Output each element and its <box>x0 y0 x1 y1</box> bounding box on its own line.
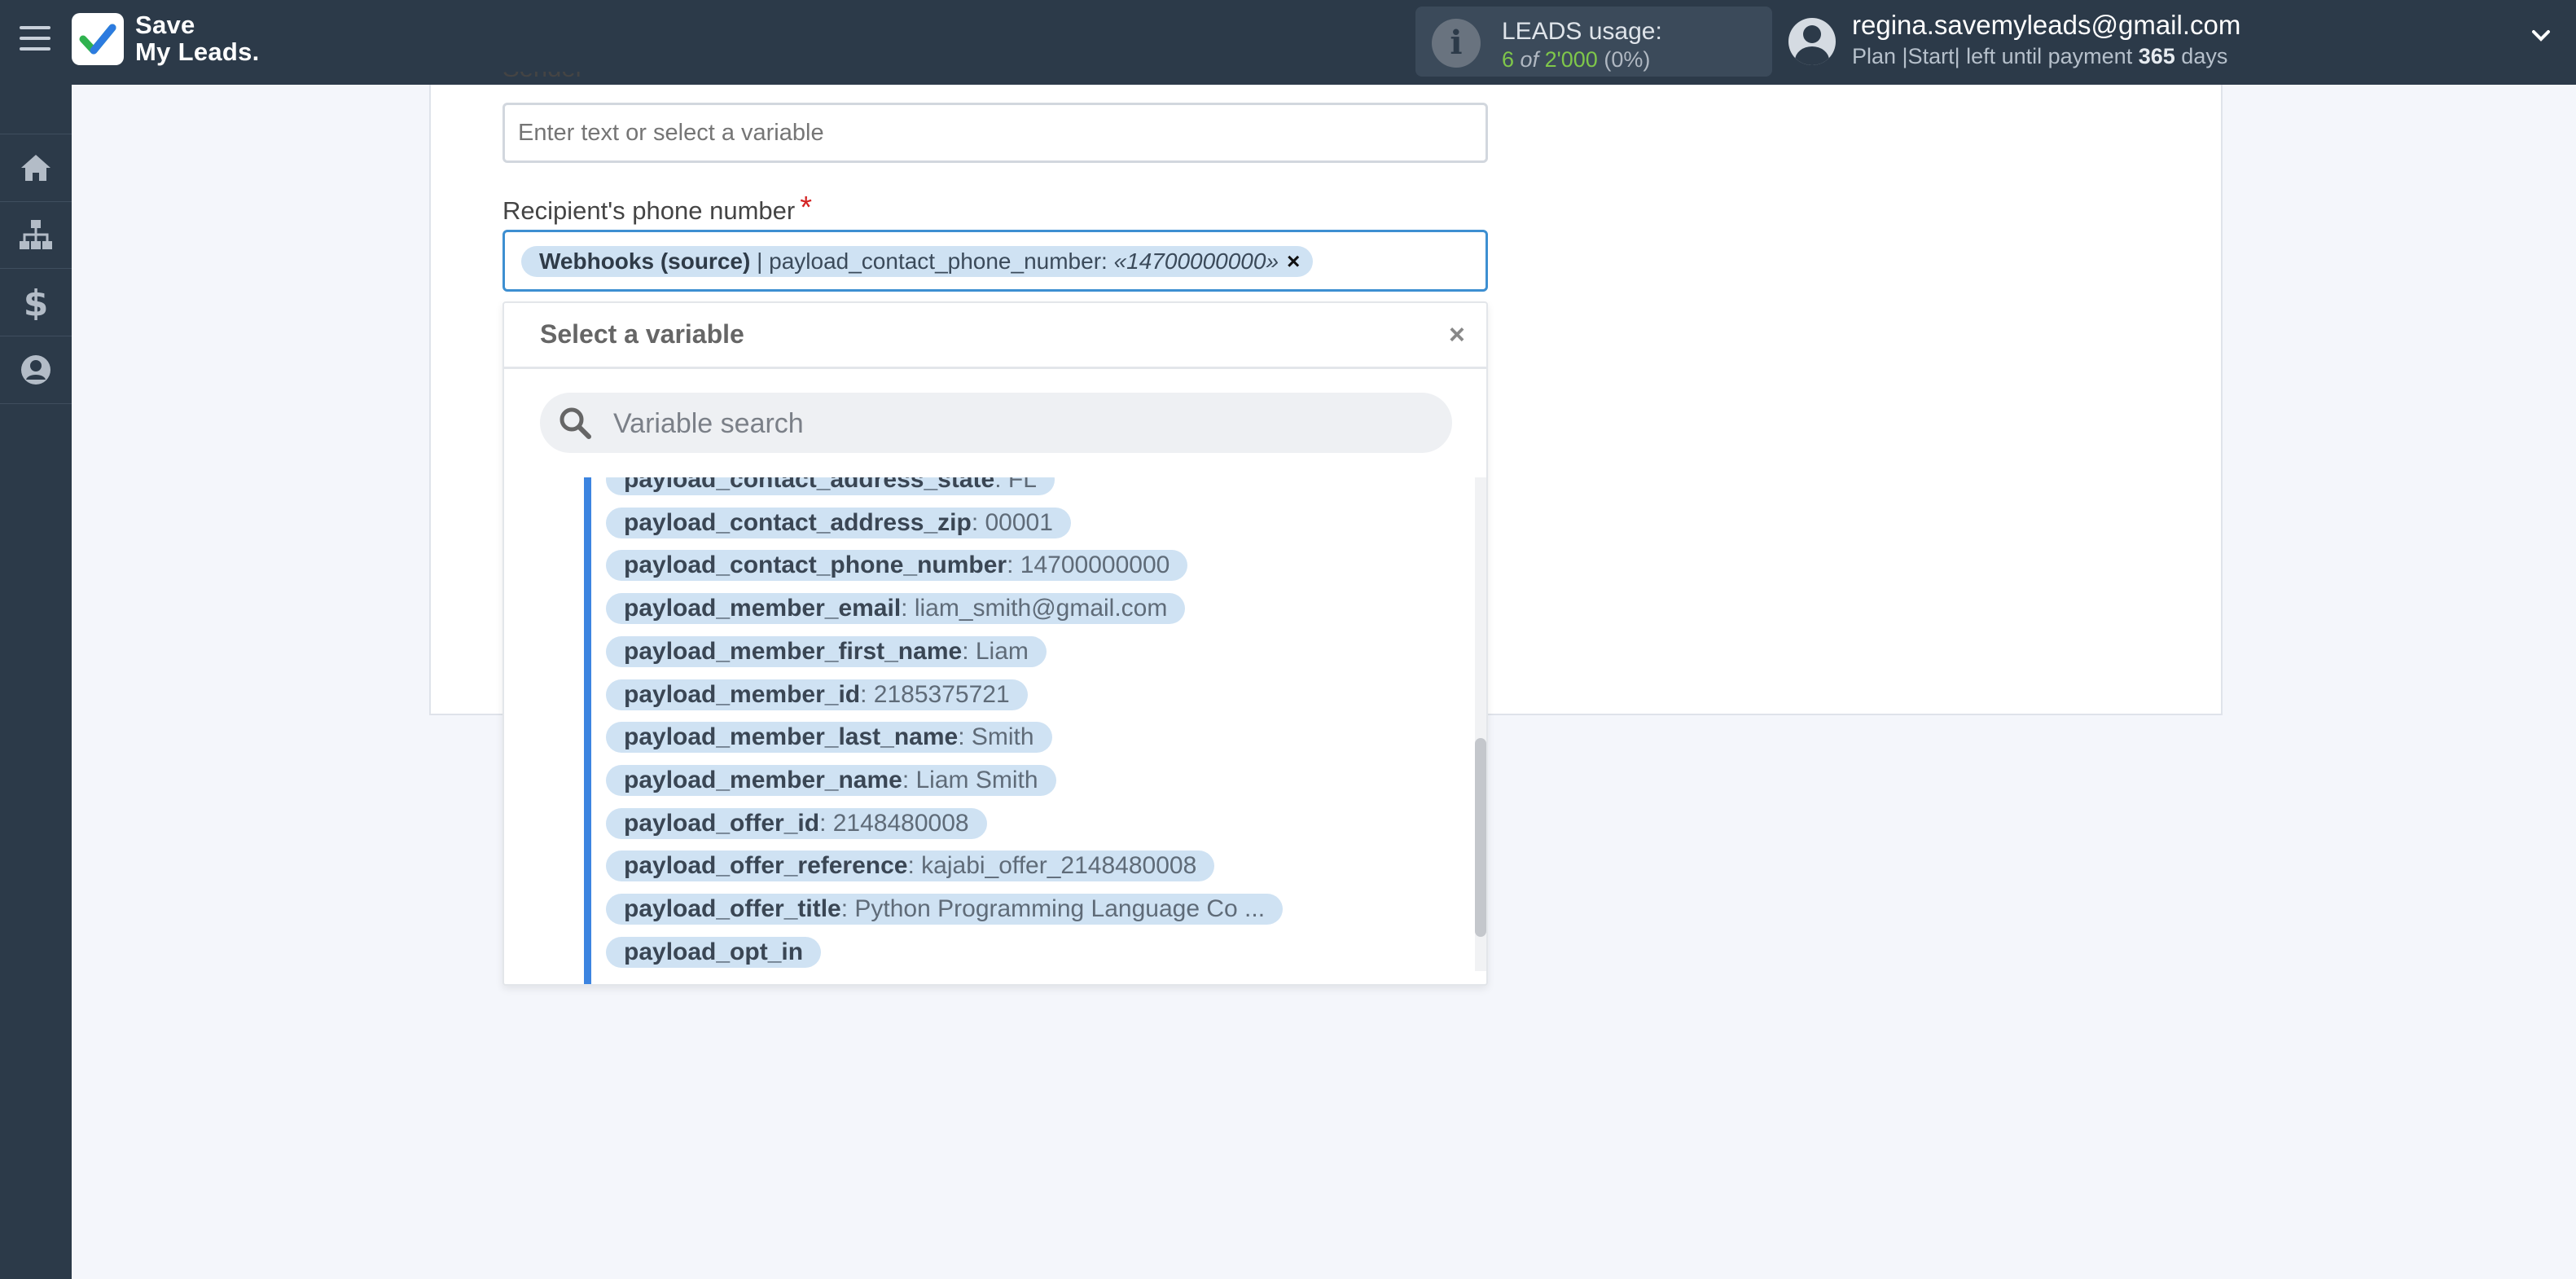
variable-search-input[interactable] <box>612 393 1429 455</box>
variable-option[interactable]: payload_member_name: Liam Smith <box>606 764 1056 796</box>
variable-option-value: : 2148480008 <box>819 809 969 837</box>
variable-option-value: : kajabi_offer_2148480008 <box>907 852 1197 880</box>
variable-option-name: payload_offer_reference <box>624 852 908 880</box>
variable-option-name: payload_contact_phone_number <box>624 552 1007 579</box>
search-icon <box>560 407 591 439</box>
user-avatar-icon[interactable] <box>1788 18 1836 65</box>
logo-icon[interactable] <box>72 13 124 65</box>
plan-days: 365 <box>2138 44 2175 68</box>
usage-percent: (0%) <box>1604 47 1651 72</box>
dropdown-title: Select a variable <box>540 319 744 349</box>
variable-option-value: : liam_smith@gmail.com <box>901 595 1168 622</box>
top-bar: Save My Leads. i LEADS usage: 6 of 2'000… <box>0 0 2576 85</box>
usage-of: of <box>1520 47 1539 72</box>
usage-title: LEADS usage: <box>1502 18 1662 45</box>
close-icon[interactable]: × <box>1449 321 1465 349</box>
variable-option[interactable]: payload_opt_in <box>606 936 822 968</box>
variable-option-name: payload_opt_in <box>624 938 804 965</box>
variable-option[interactable]: payload_member_last_name: Smith <box>606 722 1052 754</box>
variable-option[interactable]: payload_member_first_name: Liam <box>606 635 1047 667</box>
variable-option[interactable]: payload_contact_address_state: FL <box>606 477 1055 495</box>
sidebar-item-account[interactable] <box>0 336 72 404</box>
variable-option[interactable]: payload_contact_phone_number: 1470000000… <box>606 550 1188 582</box>
sender-label: Sender <box>502 72 584 83</box>
variable-option[interactable]: payload_offer_title: Python Programming … <box>606 894 1284 925</box>
svg-text:$: $ <box>24 284 48 320</box>
variable-option-value: : 14700000000 <box>1007 552 1170 579</box>
sidebar: $ <box>0 85 72 1279</box>
variable-list: payload_contact_address_state: FL payload… <box>584 477 1455 984</box>
scrollbar-thumb[interactable] <box>1475 738 1486 937</box>
variable-chip[interactable]: Webhooks (source) | payload_contact_phon… <box>521 246 1314 277</box>
variable-option-name: payload_member_email <box>624 595 902 622</box>
menu-burger-icon[interactable] <box>20 26 50 54</box>
phone-number-field[interactable]: Webhooks (source) | payload_contact_phon… <box>502 230 1488 292</box>
info-icon: i <box>1432 19 1481 68</box>
dropdown-divider <box>504 367 1486 369</box>
sidebar-item-billing[interactable]: $ <box>0 269 72 336</box>
variable-option-value: : FL <box>994 477 1037 493</box>
variable-option[interactable]: payload_offer_id: 2148480008 <box>606 807 987 839</box>
sidebar-item-home[interactable] <box>0 134 72 202</box>
variable-option-name: payload_contact_address_zip <box>624 508 972 536</box>
user-plan: Plan |Start| left until payment 365 days <box>1852 44 2227 69</box>
chip-remove-icon[interactable]: × <box>1287 248 1300 275</box>
variable-option[interactable]: payload_member_id: 2185375721 <box>606 679 1028 710</box>
chip-source: Webhooks (source) <box>539 248 751 274</box>
usage-total: 2'000 <box>1544 47 1598 72</box>
variable-dropdown: Select a variable × payload_contact_addr… <box>502 301 1488 986</box>
variable-option-name: payload_member_first_name <box>624 637 963 665</box>
variable-option-name: payload_member_name <box>624 766 902 793</box>
variable-option-value: : Liam <box>962 637 1029 665</box>
variable-option-name: payload_contact_address_state <box>624 477 995 493</box>
variable-option-value: : Python Programming Language Co ... <box>840 895 1266 922</box>
variable-option-name: payload_member_last_name <box>624 723 959 751</box>
variable-option-value: : 00001 <box>971 508 1053 536</box>
variable-option-value: : Smith <box>958 723 1034 751</box>
logo-text[interactable]: Save My Leads. <box>135 11 260 65</box>
phone-label-text: Recipient's phone number <box>502 196 796 225</box>
variable-option[interactable]: payload_member_email: liam_smith@gmail.c… <box>606 593 1186 625</box>
sender-label-clipped: Sender <box>502 72 828 85</box>
chip-value: «14700000000» <box>1113 248 1279 274</box>
variable-option[interactable]: payload_contact_address_zip: 00001 <box>606 507 1071 538</box>
plan-text: Plan |Start| left until payment <box>1852 44 2133 68</box>
chevron-down-icon[interactable] <box>2531 26 2551 46</box>
logo-line-2: My Leads. <box>135 37 260 66</box>
variable-option-name: payload_offer_title <box>624 895 841 922</box>
variable-option-name: payload_member_id <box>624 680 861 708</box>
chip-field: | payload_contact_phone_number: <box>750 248 1114 274</box>
variable-search-box[interactable] <box>540 393 1452 455</box>
variable-option[interactable]: payload_offer_reference: kajabi_offer_21… <box>606 850 1215 882</box>
dollar-icon: $ <box>24 284 48 320</box>
plan-days-unit: days <box>2181 44 2228 68</box>
home-icon <box>21 155 50 181</box>
required-marker: * <box>800 191 812 225</box>
variable-option-value: : 2185375721 <box>860 680 1010 708</box>
logo-line-1: Save <box>135 11 195 39</box>
sender-input[interactable] <box>502 103 1488 163</box>
usage-value: 6 of 2'000 (0%) <box>1502 47 1650 73</box>
variable-option-value: : Liam Smith <box>902 766 1038 793</box>
variable-option-name: payload_offer_id <box>624 809 820 837</box>
user-email[interactable]: regina.savemyleads@gmail.com <box>1852 10 2240 41</box>
user-circle-icon <box>21 355 50 385</box>
sidebar-item-connections[interactable] <box>0 201 72 269</box>
phone-label: Recipient's phone number * <box>502 191 812 227</box>
usage-used: 6 <box>1502 47 1515 72</box>
leads-usage-panel[interactable]: i LEADS usage: 6 of 2'000 (0%) <box>1415 7 1772 77</box>
sitemap-icon <box>20 220 52 249</box>
